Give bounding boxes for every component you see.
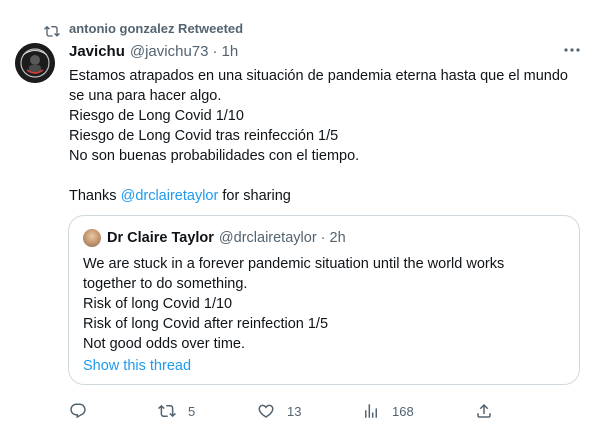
tweet-card[interactable]: antonio gonzalez Retweeted Javichu @javi…: [0, 0, 598, 434]
quote-avatar: [83, 229, 101, 247]
quote-author-name: Dr Claire Taylor: [107, 230, 214, 246]
views-button[interactable]: 168: [362, 400, 414, 422]
quote-author: Dr Claire Taylor @drclairetaylor · 2h: [107, 228, 346, 248]
analytics-icon: [365, 404, 377, 418]
tweet-text: Estamos atrapados en una situación de pa…: [69, 66, 569, 206]
views-count: 168: [392, 403, 414, 419]
quote-line: We are stuck in a forever pandemic situa…: [83, 256, 505, 272]
tweet-line: No son buenas probabilidades con el tiem…: [69, 148, 360, 164]
more-options-icon[interactable]: [563, 45, 581, 55]
quote-author-handle: @drclairetaylor: [218, 230, 317, 246]
tweet-author[interactable]: Javichu @javichu73 · 1h: [69, 41, 238, 61]
tweet-line: Estamos atrapados en una situación de pa…: [69, 68, 568, 84]
retweet-header[interactable]: antonio gonzalez Retweeted: [69, 20, 243, 38]
quote-line: Risk of long Covid 1/10: [83, 296, 233, 312]
reply-button[interactable]: [69, 400, 99, 422]
separator-dot: ·: [212, 42, 218, 60]
separator-dot: ·: [320, 230, 326, 246]
quote-line: Not good odds over time.: [83, 336, 246, 352]
retweet-icon: [44, 25, 60, 37]
quoted-tweet[interactable]: Dr Claire Taylor @drclairetaylor · 2h We…: [68, 215, 580, 385]
avatar[interactable]: [15, 43, 55, 83]
like-button[interactable]: 13: [257, 400, 301, 422]
heart-icon: [258, 404, 274, 418]
quote-text: We are stuck in a forever pandemic situa…: [83, 254, 563, 354]
author-name[interactable]: Javichu: [69, 43, 125, 60]
share-button[interactable]: [475, 400, 493, 422]
quote-time: 2h: [329, 230, 346, 246]
tweet-line: Riesgo de Long Covid tras reinfección 1/…: [69, 128, 339, 144]
tweet-line: Riesgo de Long Covid 1/10: [69, 108, 244, 124]
thanks-suffix: for sharing: [218, 188, 291, 204]
reply-icon: [70, 403, 86, 419]
tweet-thanks-line: Thanks @drclairetaylor for sharing: [69, 186, 569, 206]
retweet-count: 5: [188, 403, 196, 419]
thanks-prefix: Thanks: [69, 188, 121, 204]
action-bar: 5 13 168: [0, 400, 598, 424]
show-thread-link[interactable]: Show this thread: [83, 356, 191, 376]
mention-link[interactable]: @drclairetaylor: [121, 188, 219, 204]
retweet-icon: [158, 404, 176, 418]
quote-line: Risk of long Covid after reinfection 1/5: [83, 316, 329, 332]
retweet-button[interactable]: 5: [158, 400, 195, 422]
quote-line: together to do something.: [83, 276, 248, 292]
like-count: 13: [287, 403, 302, 419]
author-handle[interactable]: @javichu73: [130, 43, 209, 60]
share-icon: [477, 403, 491, 418]
tweet-time[interactable]: 1h: [221, 43, 238, 60]
tweet-line: se una para hacer algo.: [69, 88, 222, 104]
